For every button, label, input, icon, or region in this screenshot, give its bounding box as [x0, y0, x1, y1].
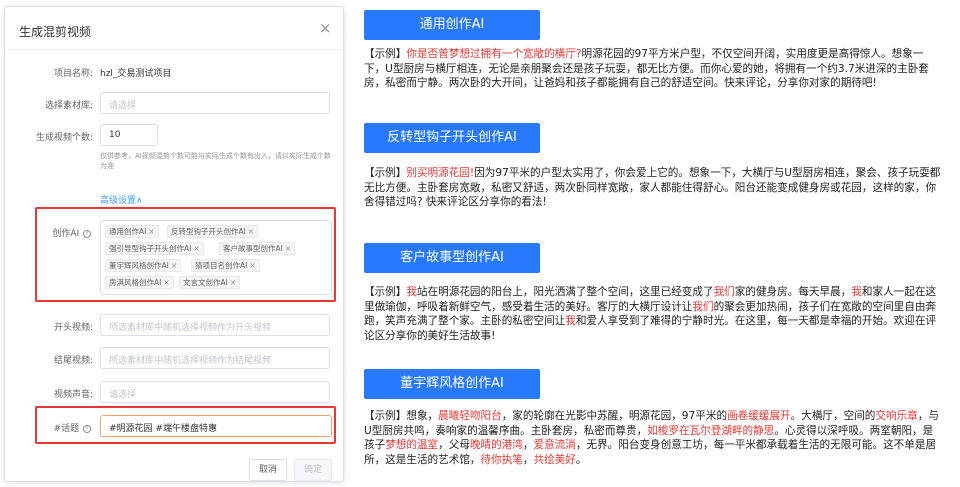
ai-tag[interactable]: 客户故事型创作AI ×	[219, 242, 296, 255]
ai-tag-label: 客户故事型创作AI	[223, 244, 283, 253]
ai-tag[interactable]: 反转型钩子开头创作AI ×	[167, 225, 259, 238]
example-highlight: 梦想的温室	[385, 439, 439, 451]
example-header-general: 通用创作AI	[364, 10, 540, 40]
tag-close-icon[interactable]: ×	[171, 261, 177, 270]
video-count-input[interactable]: 10	[100, 124, 158, 146]
material-library-label: 选择素材库:	[44, 101, 93, 111]
example-text-segment: 。大横厅，空间的	[790, 410, 876, 422]
dialog-divider	[5, 49, 343, 50]
ai-tag[interactable]: 董宇辉风格创作AI ×	[105, 259, 182, 272]
tag-close-icon[interactable]: ×	[249, 261, 255, 270]
ai-tag-label: 强引导型钩子开头创作AI	[109, 244, 192, 253]
ai-tag[interactable]: 猜项目名创作AI ×	[191, 259, 260, 272]
example-text-reverse-hook: 【示例】别买明源花园!因为97平米的户型太实用了，你会爱上它的。想象一下，大横厅…	[364, 166, 942, 210]
example-text-segment: ，家的轮廓在光影中苏醒，明源花园，97平米的	[501, 410, 728, 422]
ai-tag-label: 通用创作AI	[109, 227, 147, 236]
dialog-title: 生成混剪视频	[19, 25, 92, 39]
advanced-settings-label: 高级设置	[100, 196, 137, 206]
example-highlight: 别买明源花园!	[406, 167, 475, 179]
example-highlight: 待你执笔	[480, 453, 523, 466]
close-icon[interactable]: ×	[319, 21, 332, 36]
example-prefix: 【示例】	[364, 48, 407, 60]
tag-close-icon[interactable]: ×	[285, 244, 291, 253]
confirm-button[interactable]: 确定	[294, 459, 332, 481]
tag-close-icon[interactable]: ×	[148, 227, 154, 236]
opening-video-label: 开头视频:	[53, 323, 93, 333]
ai-tag-label: 反转型钩子开头创作AI	[171, 227, 246, 236]
example-highlight: 我	[851, 286, 862, 298]
ai-tag[interactable]: 通用创作AI ×	[105, 225, 159, 238]
example-text-customer-story: 【示例】我站在明源花园的阳台上，阳光洒满了整个空间，这里已经变成了我们家的健身房…	[364, 285, 942, 343]
video-voice-label: 视频声音:	[53, 390, 93, 400]
example-highlight: 晚晴的港湾	[469, 439, 523, 451]
topic-label: #话题	[53, 424, 80, 434]
tag-close-icon[interactable]: ×	[193, 244, 199, 253]
ai-tag[interactable]: 强引导型钩子开头创作AI ×	[105, 242, 204, 255]
example-header-reverse-hook: 反转型钩子开头创作AI	[364, 123, 540, 153]
example-text-segment: 【示例】想象，	[364, 410, 439, 422]
example-highlight: 晨曦轻吻阳台	[438, 410, 502, 422]
ending-video-select[interactable]: 所选素材库中随机选择视频作为结尾视频	[100, 347, 330, 369]
example-highlight: 共绘美好	[533, 453, 576, 466]
example-highlight: 我	[406, 286, 417, 298]
example-highlight: 我们	[692, 300, 714, 313]
project-name-label: 项目名称:	[53, 69, 93, 79]
material-library-select[interactable]: 请选择	[100, 92, 330, 114]
ai-tag-label: 房淇风格创作AI	[109, 278, 162, 287]
example-text-dong-yuhui: 【示例】想象，晨曦轻吻阳台，家的轮廓在光影中苏醒，明源花园，97平米的画卷缓缓展…	[364, 409, 942, 467]
ai-tag-label: 猜项目名创作AI	[195, 261, 248, 270]
example-highlight: 我们	[713, 286, 735, 298]
example-header-dong-yuhui: 董宇辉风格创作AI	[364, 369, 540, 399]
help-icon[interactable]: ?	[83, 424, 91, 433]
example-prefix: 【示例】	[364, 167, 407, 179]
ai-tag-label: 文言文创作AI	[183, 278, 228, 287]
topic-label-wrap: #话题 ?	[11, 421, 91, 434]
tag-close-icon[interactable]: ×	[230, 278, 236, 287]
help-icon[interactable]: ?	[83, 229, 91, 238]
cancel-button[interactable]: 取消	[249, 459, 287, 481]
ai-tag[interactable]: 文言文创作AI ×	[179, 276, 241, 289]
tag-close-icon[interactable]: ×	[163, 278, 169, 287]
example-text-segment: ，	[522, 439, 534, 451]
chevron-up-icon: ∧	[136, 196, 143, 206]
example-highlight: 你是否曾梦想过拥有一个宽敞的横厅?	[406, 48, 582, 60]
ai-tag[interactable]: 房淇风格创作AI ×	[105, 276, 174, 289]
ending-video-label: 结尾视频:	[53, 356, 93, 366]
creation-ai-label: 创作AI	[52, 229, 80, 239]
example-text-segment: 站在明源花园的阳台上，阳光洒满了整个空间，这里已经变成了	[416, 286, 714, 298]
example-text-segment: 【示例】	[364, 286, 407, 298]
ai-tag-label: 董宇辉风格创作AI	[109, 261, 169, 270]
example-highlight: 爱意流淌	[533, 439, 576, 451]
generate-video-dialog: 生成混剪视频 × 项目名称: hzl_交易测试项目 选择素材库: 请选择 生成视…	[4, 6, 344, 482]
example-highlight: 我	[565, 315, 576, 327]
example-text-segment: 家的健身房。每天早晨，	[734, 286, 852, 298]
video-voice-select[interactable]: 请选择	[100, 381, 330, 403]
example-text-segment: ，父母	[438, 439, 470, 451]
example-text-segment: 。	[575, 453, 587, 466]
video-count-label: 生成视频个数:	[35, 133, 93, 143]
topic-input[interactable]: #明源花园 #端午楼盘特惠	[100, 415, 332, 437]
example-highlight: 如梭罗在瓦尔登湖畔的静思	[647, 424, 775, 437]
creation-ai-label-wrap: 创作AI ?	[11, 226, 91, 239]
creation-ai-multiselect[interactable]: 通用创作AI × 反转型钩子开头创作AI × 强引导型钩子开头创作AI × 客户故事型…	[100, 220, 332, 295]
example-text-segment: ，	[522, 453, 534, 466]
example-header-customer-story: 客户故事型创作AI	[364, 243, 540, 273]
project-name-value: hzl_交易测试项目	[100, 69, 172, 79]
video-count-hint: 仅供参考，AI视频混剪个数可能与实际生成个数有出入，请以实际生成个数为准	[100, 152, 331, 170]
opening-video-select[interactable]: 所选素材库中随机选择视频作为开头视频	[100, 314, 330, 336]
example-text-general: 【示例】你是否曾梦想过拥有一个宽敞的横厅?明源花园的97平方米户型，不仅空间开阔…	[364, 47, 942, 91]
tag-close-icon[interactable]: ×	[248, 227, 254, 236]
example-highlight: 画卷缓缓展开	[727, 410, 791, 422]
advanced-settings-toggle[interactable]: 高级设置∧	[100, 193, 143, 206]
example-highlight: 交响乐章	[875, 410, 918, 422]
